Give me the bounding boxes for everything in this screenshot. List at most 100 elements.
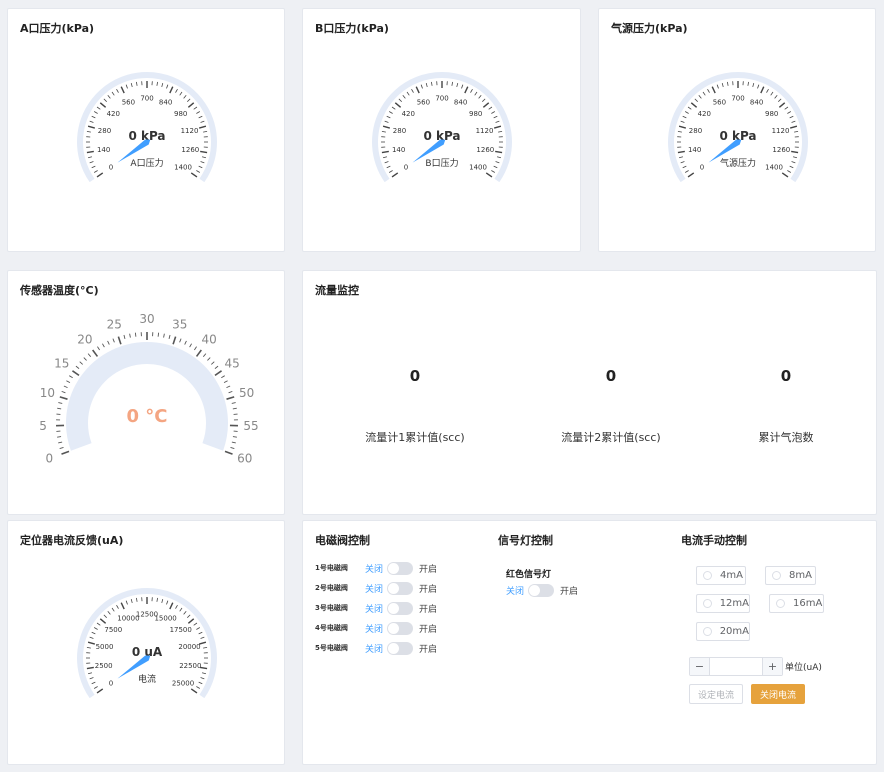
decrement-button[interactable]: − bbox=[690, 658, 710, 675]
minor-tick bbox=[89, 677, 94, 680]
minor-tick bbox=[134, 332, 137, 337]
card-controls: 电磁阀控制 1号电磁阀 关闭 开启 2号电磁阀 关闭 开启 3号电磁阀 关闭 开… bbox=[302, 520, 877, 765]
tick-label: 1260 bbox=[476, 146, 494, 154]
tick-label: 1400 bbox=[174, 164, 192, 172]
minor-tick bbox=[792, 156, 798, 159]
minor-tick bbox=[175, 88, 178, 93]
minor-tick bbox=[103, 614, 107, 618]
radio-circle-icon bbox=[703, 627, 712, 636]
solenoid-row-2: 2号电磁阀 关闭 开启 bbox=[315, 580, 437, 596]
minor-tick bbox=[89, 120, 94, 123]
solenoid-1-switch[interactable] bbox=[387, 561, 414, 575]
tick-label: 700 bbox=[435, 95, 448, 103]
major-tick bbox=[200, 150, 208, 154]
radio-circle-icon bbox=[776, 599, 785, 608]
solenoid-3-switch[interactable] bbox=[387, 601, 414, 615]
off-label: 关闭 bbox=[506, 586, 525, 597]
current-input[interactable] bbox=[710, 658, 762, 675]
minor-tick bbox=[125, 600, 128, 605]
tick-label: 50 bbox=[239, 386, 254, 400]
minor-tick bbox=[75, 365, 80, 369]
minor-tick bbox=[493, 115, 498, 119]
major-tick bbox=[61, 450, 70, 455]
tick-label: 280 bbox=[393, 127, 406, 135]
minor-tick bbox=[794, 131, 799, 133]
tick-label: 1120 bbox=[476, 127, 494, 135]
minor-tick bbox=[431, 81, 433, 86]
major-tick bbox=[789, 125, 798, 129]
card-flow-monitor: 流量监控 0 流量计1累计值(scc) 0 流量计2累计值(scc) 0 累计气… bbox=[302, 270, 877, 515]
minor-tick bbox=[198, 631, 203, 635]
minor-tick bbox=[201, 672, 207, 675]
minor-tick bbox=[136, 597, 138, 602]
minor-tick bbox=[196, 686, 201, 689]
minor-tick bbox=[57, 436, 62, 438]
major-tick bbox=[92, 349, 99, 357]
minor-tick bbox=[196, 111, 201, 114]
tick-label: 140 bbox=[392, 146, 405, 154]
minor-tick bbox=[386, 115, 391, 119]
tick-label: 140 bbox=[688, 146, 701, 154]
tick-label: 5 bbox=[39, 419, 47, 433]
solenoid-4-switch[interactable] bbox=[387, 621, 414, 635]
minor-tick bbox=[87, 353, 92, 357]
minor-tick bbox=[498, 131, 503, 133]
minor-tick bbox=[721, 82, 724, 88]
solenoid-5-switch[interactable] bbox=[387, 641, 414, 655]
radio-20ma[interactable]: 20mA bbox=[696, 622, 750, 641]
minor-tick bbox=[91, 681, 96, 685]
tick-label: 5000 bbox=[96, 643, 114, 651]
radio-4ma[interactable]: 4mA bbox=[696, 566, 746, 585]
radio-circle-icon bbox=[703, 571, 712, 580]
tick-label: 1120 bbox=[772, 127, 790, 135]
tick-label: 420 bbox=[107, 110, 120, 118]
increment-button[interactable]: + bbox=[762, 658, 782, 675]
solenoid-name: 2号电磁阀 bbox=[315, 584, 348, 592]
major-tick bbox=[482, 102, 490, 108]
tick-label: 20 bbox=[77, 333, 92, 347]
minor-tick bbox=[187, 98, 191, 102]
tick-label: 1400 bbox=[469, 164, 487, 172]
major-tick bbox=[464, 86, 469, 94]
tick-label: 0 bbox=[700, 164, 704, 172]
minor-tick bbox=[87, 672, 93, 675]
minor-tick bbox=[727, 81, 729, 86]
unit-label: 单位(uA) bbox=[785, 663, 822, 673]
minor-tick bbox=[402, 95, 406, 99]
minor-tick bbox=[456, 82, 459, 88]
close-current-button[interactable]: 关闭电流 bbox=[751, 684, 805, 704]
major-tick bbox=[117, 336, 122, 345]
tick-label: 840 bbox=[159, 99, 172, 107]
card-pressure-source: 气源压力(kPa) 0 140 280 420 560 700 840 980 1120 1260… bbox=[598, 8, 876, 252]
signal-light-switch[interactable] bbox=[528, 583, 555, 597]
tick-label: 560 bbox=[713, 99, 726, 107]
minor-tick bbox=[677, 131, 682, 133]
radio-12ma[interactable]: 12mA bbox=[696, 594, 750, 613]
minor-tick bbox=[232, 407, 237, 410]
minor-tick bbox=[221, 375, 225, 379]
tick-label: 1400 bbox=[765, 164, 783, 172]
major-tick bbox=[485, 172, 493, 178]
major-tick bbox=[86, 150, 94, 154]
minor-tick bbox=[69, 375, 73, 379]
radio-circle-icon bbox=[772, 571, 781, 580]
minor-tick bbox=[791, 120, 796, 123]
card-title: A口压力(kPa) bbox=[20, 22, 95, 35]
tick-label: 0 bbox=[109, 164, 113, 172]
card-temperature: 传感器温度(°C) 0 5 10 15 20 25 30 35 40 45 50 55 60 0 °C bbox=[7, 270, 285, 515]
minor-tick bbox=[198, 681, 203, 685]
set-current-button[interactable]: 设定电流 bbox=[689, 684, 743, 704]
major-tick bbox=[71, 370, 80, 377]
major-tick bbox=[87, 641, 96, 645]
off-label: 关闭 bbox=[365, 584, 384, 595]
minor-tick bbox=[391, 106, 396, 110]
major-tick bbox=[99, 618, 107, 624]
solenoid-2-switch[interactable] bbox=[387, 581, 414, 595]
minor-tick bbox=[79, 361, 83, 365]
tick-label: 140 bbox=[97, 146, 110, 154]
major-tick bbox=[493, 125, 502, 129]
radio-16ma[interactable]: 16mA bbox=[769, 594, 824, 613]
radio-8ma[interactable]: 8mA bbox=[765, 566, 816, 585]
minor-tick bbox=[59, 447, 64, 450]
minor-tick bbox=[156, 81, 158, 86]
